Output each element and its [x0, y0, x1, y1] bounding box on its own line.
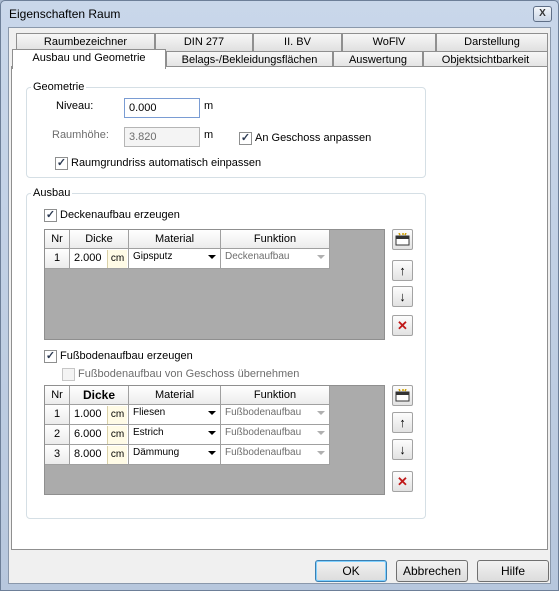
tab-panel: Geometrie Niveau: 0.000 m Raumhöhe: 3.82…	[11, 66, 548, 550]
raumgrundriss-checkbox[interactable]: ✓	[55, 157, 68, 170]
arrow-down-icon: ↓	[399, 289, 406, 304]
col-header-nr[interactable]: Nr	[45, 386, 70, 405]
ausbau-group-label: Ausbau	[31, 187, 73, 199]
decke-new-row-button[interactable]	[392, 229, 413, 250]
dialog-window: Eigenschaften Raum X Raumbezeichner DIN …	[0, 0, 559, 591]
material-combo[interactable]: Fliesen	[129, 405, 221, 425]
chevron-down-icon	[208, 451, 216, 455]
help-button[interactable]: Hilfe	[477, 560, 549, 582]
fussboden-grid: Nr Dicke Material Funktion 1 1.000 cm Fli…	[44, 385, 385, 495]
col-header-funktion[interactable]: Funktion	[221, 386, 330, 405]
decke-move-down-button[interactable]: ↓	[392, 286, 413, 307]
fussbodenaufbau-label: Fußbodenaufbau erzeugen	[60, 350, 193, 362]
tab-woflv[interactable]: WoFlV	[342, 33, 436, 51]
check-icon: ✓	[56, 157, 67, 169]
col-header-material[interactable]: Material	[129, 386, 221, 405]
material-combo[interactable]: Estrich	[129, 425, 221, 445]
fussboden-geschoss-label: Fußbodenaufbau von Geschoss übernehmen	[78, 368, 300, 380]
deckenaufbau-checkbox[interactable]: ✓	[44, 209, 57, 222]
chevron-down-icon	[208, 431, 216, 435]
niveau-label: Niveau:	[56, 100, 94, 112]
funktion-combo: Fußbodenaufbau	[221, 425, 330, 445]
fussboden-move-up-button[interactable]: ↑	[392, 412, 413, 433]
check-icon: ✓	[45, 209, 56, 221]
dicke-cell[interactable]: 1.000 cm	[70, 405, 129, 425]
material-combo[interactable]: Dämmung	[129, 445, 221, 465]
delete-icon: ✕	[397, 318, 408, 333]
deckenaufbau-label: Deckenaufbau erzeugen	[60, 209, 180, 221]
niveau-unit: m	[204, 100, 214, 112]
tab-darstellung[interactable]: Darstellung	[436, 33, 548, 51]
funktion-combo: Fußbodenaufbau	[221, 445, 330, 465]
material-combo[interactable]: Gipsputz	[129, 249, 221, 269]
decke-delete-button[interactable]: ✕	[392, 315, 413, 336]
title-bar: Eigenschaften Raum X	[1, 1, 558, 25]
close-icon: X	[539, 8, 546, 19]
niveau-input[interactable]: 0.000	[124, 98, 200, 118]
raumhoehe-label: Raumhöhe:	[52, 129, 109, 141]
chevron-down-icon	[317, 431, 325, 435]
col-header-dicke[interactable]: Dicke	[70, 230, 129, 249]
new-row-icon	[395, 388, 410, 402]
col-header-dicke[interactable]: Dicke	[70, 386, 129, 405]
tab-din-277[interactable]: DIN 277	[155, 33, 253, 51]
col-header-funktion[interactable]: Funktion	[221, 230, 330, 249]
check-icon: ✓	[45, 350, 56, 362]
col-header-material[interactable]: Material	[129, 230, 221, 249]
col-header-nr[interactable]: Nr	[45, 230, 70, 249]
raumgrundriss-label: Raumgrundriss automatisch einpassen	[71, 157, 262, 169]
row-number: 3	[45, 445, 70, 465]
row-number: 1	[45, 249, 70, 269]
ok-button[interactable]: OK	[315, 560, 387, 582]
chevron-down-icon	[208, 255, 216, 259]
arrow-down-icon: ↓	[399, 442, 406, 457]
geometrie-group-label: Geometrie	[31, 81, 87, 93]
row-number: 1	[45, 405, 70, 425]
decke-move-up-button[interactable]: ↑	[392, 260, 413, 281]
arrow-up-icon: ↑	[399, 263, 406, 278]
chevron-down-icon	[317, 451, 325, 455]
funktion-combo: Fußbodenaufbau	[221, 405, 330, 425]
chevron-down-icon	[317, 411, 325, 415]
fussboden-move-down-button[interactable]: ↓	[392, 439, 413, 460]
cancel-button[interactable]: Abbrechen	[396, 560, 468, 582]
fussbodenaufbau-checkbox[interactable]: ✓	[44, 350, 57, 363]
new-row-icon	[395, 232, 410, 246]
row-number: 2	[45, 425, 70, 445]
raumhoehe-unit: m	[204, 129, 214, 141]
chevron-down-icon	[208, 411, 216, 415]
tab-ii-bv[interactable]: II. BV	[253, 33, 342, 51]
dicke-cell[interactable]: 2.000 cm	[70, 249, 129, 269]
window-title: Eigenschaften Raum	[9, 7, 121, 21]
delete-icon: ✕	[397, 474, 408, 489]
an-geschoss-label: An Geschoss anpassen	[255, 132, 372, 144]
chevron-down-icon	[317, 255, 325, 259]
tab-ausbau-und-geometrie[interactable]: Ausbau und Geometrie	[12, 49, 166, 69]
fussboden-delete-button[interactable]: ✕	[392, 471, 413, 492]
funktion-combo: Deckenaufbau	[221, 249, 330, 269]
close-button[interactable]: X	[533, 6, 552, 22]
fussboden-geschoss-checkbox	[62, 368, 75, 381]
dicke-cell[interactable]: 6.000 cm	[70, 425, 129, 445]
arrow-up-icon: ↑	[399, 415, 406, 430]
an-geschoss-checkbox[interactable]: ✓	[239, 132, 252, 145]
check-icon: ✓	[240, 132, 251, 144]
raumhoehe-input: 3.820	[124, 127, 200, 147]
dicke-cell[interactable]: 8.000 cm	[70, 445, 129, 465]
fussboden-new-row-button[interactable]	[392, 385, 413, 406]
decke-grid: Nr Dicke Material Funktion 1 2.000 cm Gip…	[44, 229, 385, 340]
